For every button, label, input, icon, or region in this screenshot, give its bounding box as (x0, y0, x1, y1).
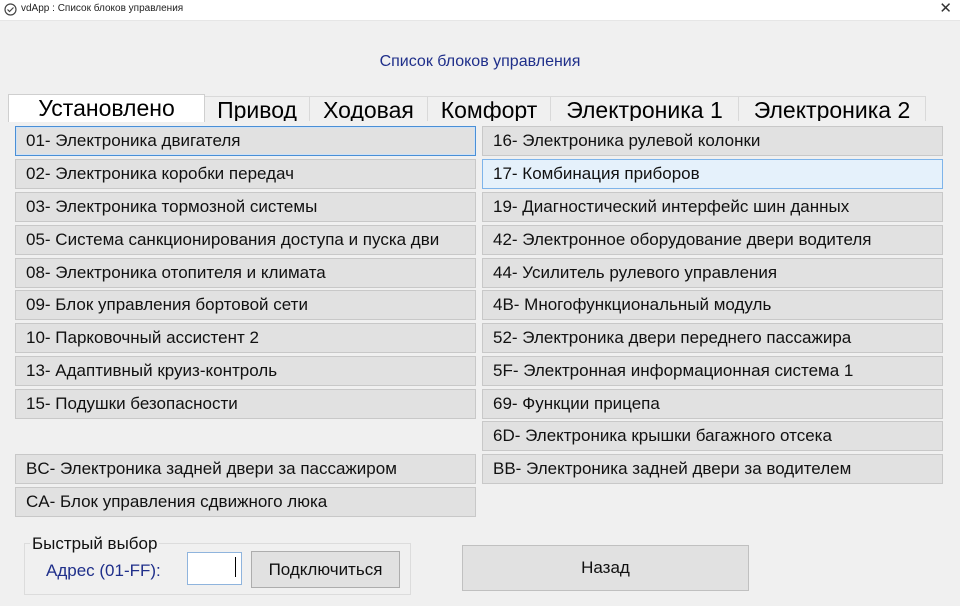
module-button-10[interactable]: 10- Парковочный ассистент 2 (15, 323, 476, 353)
module-button-03[interactable]: 03- Электроника тормозной системы (15, 192, 476, 222)
module-button-19[interactable]: 19- Диагностический интерфейс шин данных (482, 192, 943, 222)
tab-chassis[interactable]: Ходовая (309, 96, 428, 121)
module-button-4b[interactable]: 4B- Многофункциональный модуль (482, 290, 943, 320)
module-button-15[interactable]: 15- Подушки безопасности (15, 389, 476, 419)
module-button-6d[interactable]: 6D- Электроника крышки багажного отсека (482, 421, 943, 451)
module-button-42[interactable]: 42- Электронное оборудование двери водит… (482, 225, 943, 255)
page-title: Список блоков управления (379, 53, 581, 70)
module-button-bc[interactable]: BC- Электроника задней двери за пассажир… (15, 454, 476, 484)
tab-drive[interactable]: Привод (204, 96, 310, 121)
tab-comfort[interactable]: Комфорт (427, 96, 551, 121)
app-icon (4, 3, 17, 16)
module-button-16[interactable]: 16- Электроника рулевой колонки (482, 126, 943, 156)
connect-button[interactable]: Подключиться (251, 551, 400, 588)
module-button-52[interactable]: 52- Электроника двери переднего пассажир… (482, 323, 943, 353)
module-button-13[interactable]: 13- Адаптивный круиз-контроль (15, 356, 476, 386)
address-label: Адрес (01-FF): (46, 561, 161, 580)
module-button-5f[interactable]: 5F- Электронная информационная система 1 (482, 356, 943, 386)
text-caret (235, 557, 236, 577)
module-button-02[interactable]: 02- Электроника коробки передач (15, 159, 476, 189)
title-bar: vdApp : Список блоков управления ✕ (0, 0, 960, 21)
address-input[interactable] (187, 552, 242, 585)
tab-electronics-2[interactable]: Электроника 2 (738, 96, 926, 121)
module-button-05[interactable]: 05- Система санкционирования доступа и п… (15, 225, 476, 255)
module-button-01[interactable]: 01- Электроника двигателя (15, 126, 476, 156)
module-button-69[interactable]: 69- Функции прицепа (482, 389, 943, 419)
back-button[interactable]: Назад (462, 545, 749, 591)
module-button-44[interactable]: 44- Усилитель рулевого управления (482, 258, 943, 288)
module-button-17[interactable]: 17- Комбинация приборов (482, 159, 943, 189)
module-button-ca[interactable]: CA- Блок управления сдвижного люка (15, 487, 476, 517)
module-button-09[interactable]: 09- Блок управления бортовой сети (15, 290, 476, 320)
quick-select-label: Быстрый выбор (30, 534, 160, 554)
tab-electronics-1[interactable]: Электроника 1 (550, 96, 739, 121)
module-button-08[interactable]: 08- Электроника отопителя и климата (15, 258, 476, 288)
module-button-bb[interactable]: BB- Электроника задней двери за водителе… (482, 454, 943, 484)
tab-installed[interactable]: Установлено (8, 94, 205, 122)
close-icon[interactable]: ✕ (939, 1, 952, 17)
window-title: vdApp : Список блоков управления (21, 3, 184, 14)
